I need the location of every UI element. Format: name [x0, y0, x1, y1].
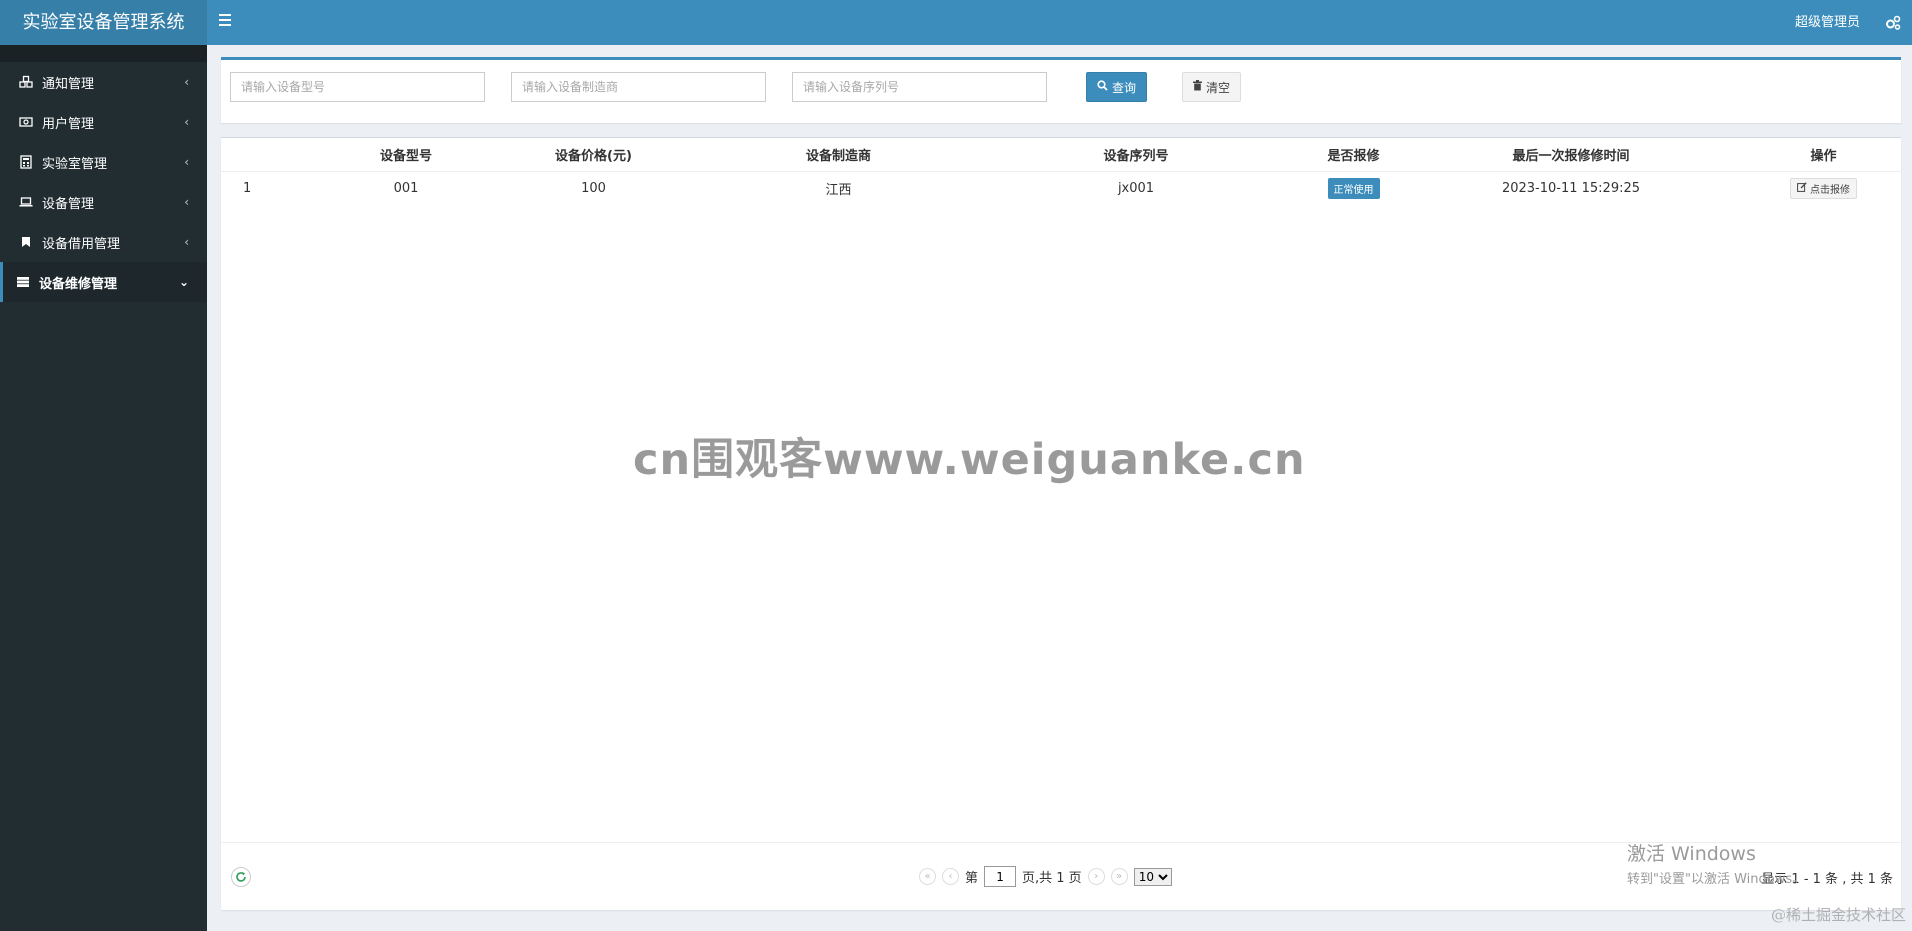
status-badge: 正常使用	[1327, 178, 1380, 200]
table-row: 1 001 100 江西 jx001 正常使用 2023-10-11 15:29…	[221, 171, 1901, 206]
sidebar-item-devices[interactable]: 设备管理 ‹	[0, 182, 207, 222]
menu-toggle-icon[interactable]	[219, 14, 237, 30]
first-page-icon[interactable]: «	[919, 868, 936, 885]
column-header-action: 操作	[1746, 138, 1901, 172]
sidebar-menu: 通知管理 ‹ 用户管理 ‹ 实验室管理 ‹ 设备管理 ‹ 设备借用管理 ‹ 设备…	[0, 62, 207, 302]
report-repair-label: 点击报修	[1810, 185, 1850, 197]
chevron-left-icon: ‹	[184, 235, 189, 249]
app-title[interactable]: 实验室设备管理系统	[0, 0, 207, 45]
maker-search-input[interactable]	[511, 72, 766, 102]
column-header-status[interactable]: 是否报修	[1311, 138, 1396, 172]
laptop-icon	[18, 194, 34, 210]
cell-serial: jx001	[1117, 181, 1155, 197]
sidebar-item-labs[interactable]: 实验室管理 ‹	[0, 142, 207, 182]
gears-icon[interactable]	[1884, 14, 1902, 32]
column-header-index	[221, 138, 341, 172]
serial-search-input[interactable]	[792, 72, 1047, 102]
page-size-select[interactable]: 10	[1133, 867, 1172, 886]
bookmark-icon	[18, 234, 34, 250]
calculator-icon	[18, 154, 34, 170]
cell-model: 001	[393, 181, 419, 197]
query-button[interactable]: 查询	[1086, 72, 1148, 102]
query-button-label: 查询	[1112, 80, 1137, 95]
sidebar-item-label: 用户管理	[42, 116, 95, 132]
trash-icon	[1193, 80, 1202, 94]
cell-price: 100	[581, 181, 606, 197]
cell-maker: 江西	[825, 183, 852, 199]
corner-watermark: @稀土掘金技术社区	[1770, 906, 1906, 924]
column-header-maker[interactable]: 设备制造商	[716, 138, 961, 172]
repair-table: 设备型号 设备价格(元) 设备制造商 设备序列号 是否报修 最后一次报修修时间 …	[221, 138, 1901, 206]
sidebar: 实验室设备管理系统 通知管理 ‹ 用户管理 ‹ 实验室管理 ‹ 设备管理 ‹ 设…	[0, 0, 207, 931]
next-page-icon[interactable]: ›	[1087, 868, 1105, 885]
model-search-input[interactable]	[230, 72, 485, 102]
column-header-price[interactable]: 设备价格(元)	[471, 138, 716, 172]
top-header: 超级管理员	[207, 0, 1912, 45]
last-page-icon[interactable]: »	[1110, 868, 1128, 885]
cell-index: 1	[243, 181, 252, 197]
sidebar-item-label: 设备管理	[42, 196, 95, 212]
windows-activation-notice: 激活 Windows 转到"设置"以激活 Windows。	[1627, 839, 1805, 887]
clear-button[interactable]: 清空	[1182, 72, 1242, 102]
chevron-left-icon: ‹	[184, 75, 189, 89]
sidebar-separator	[0, 45, 207, 62]
page-number-input[interactable]	[984, 866, 1017, 887]
user-name[interactable]: 超级管理员	[1795, 0, 1860, 45]
chevron-left-icon: ‹	[184, 195, 189, 209]
report-repair-button[interactable]: 点击报修	[1790, 178, 1857, 200]
sidebar-item-label: 设备借用管理	[42, 236, 121, 252]
chevron-down-icon: ⌄	[178, 275, 189, 289]
column-header-serial[interactable]: 设备序列号	[961, 138, 1311, 172]
cell-status: 正常使用	[1311, 171, 1396, 206]
pagination: « ‹ 第 页,共 1 页 › » 10	[919, 866, 1172, 887]
money-icon	[18, 114, 34, 130]
sidebar-item-notice[interactable]: 通知管理 ‹	[0, 62, 207, 102]
cell-action: 点击报修	[1746, 171, 1901, 206]
prev-page-icon[interactable]: ‹	[942, 868, 959, 885]
sidebar-item-users[interactable]: 用户管理 ‹	[0, 102, 207, 142]
cubes-icon	[18, 74, 34, 90]
chevron-left-icon: ‹	[184, 155, 189, 169]
page-suffix: 页,共 1 页	[1022, 871, 1082, 886]
refresh-icon[interactable]	[231, 867, 251, 887]
sidebar-item-repair[interactable]: 设备维修管理 ⌄	[0, 262, 207, 302]
page-prefix: 第	[965, 871, 979, 886]
edit-icon	[1797, 182, 1807, 195]
table-header-row: 设备型号 设备价格(元) 设备制造商 设备序列号 是否报修 最后一次报修修时间 …	[221, 138, 1901, 172]
chevron-left-icon: ‹	[184, 115, 189, 129]
activation-title: 激活 Windows	[1627, 843, 1756, 865]
column-header-model[interactable]: 设备型号	[341, 138, 471, 172]
sidebar-item-label: 通知管理	[42, 76, 95, 92]
cell-last-repair: 2023-10-11 15:29:25	[1501, 181, 1641, 197]
search-icon	[1097, 80, 1108, 94]
sidebar-item-label: 设备维修管理	[39, 276, 118, 292]
column-header-last-repair[interactable]: 最后一次报修修时间	[1396, 138, 1746, 172]
sidebar-item-borrow[interactable]: 设备借用管理 ‹	[0, 222, 207, 262]
clear-button-label: 清空	[1206, 80, 1231, 95]
activation-subtitle: 转到"设置"以激活 Windows。	[1627, 872, 1806, 887]
site-watermark: cn围观客www.weiguanke.cn	[633, 435, 1306, 485]
server-icon	[15, 274, 31, 290]
data-table-panel: 设备型号 设备价格(元) 设备制造商 设备序列号 是否报修 最后一次报修修时间 …	[221, 137, 1901, 910]
search-panel: 查询 清空	[221, 57, 1901, 123]
sidebar-item-label: 实验室管理	[42, 156, 108, 172]
